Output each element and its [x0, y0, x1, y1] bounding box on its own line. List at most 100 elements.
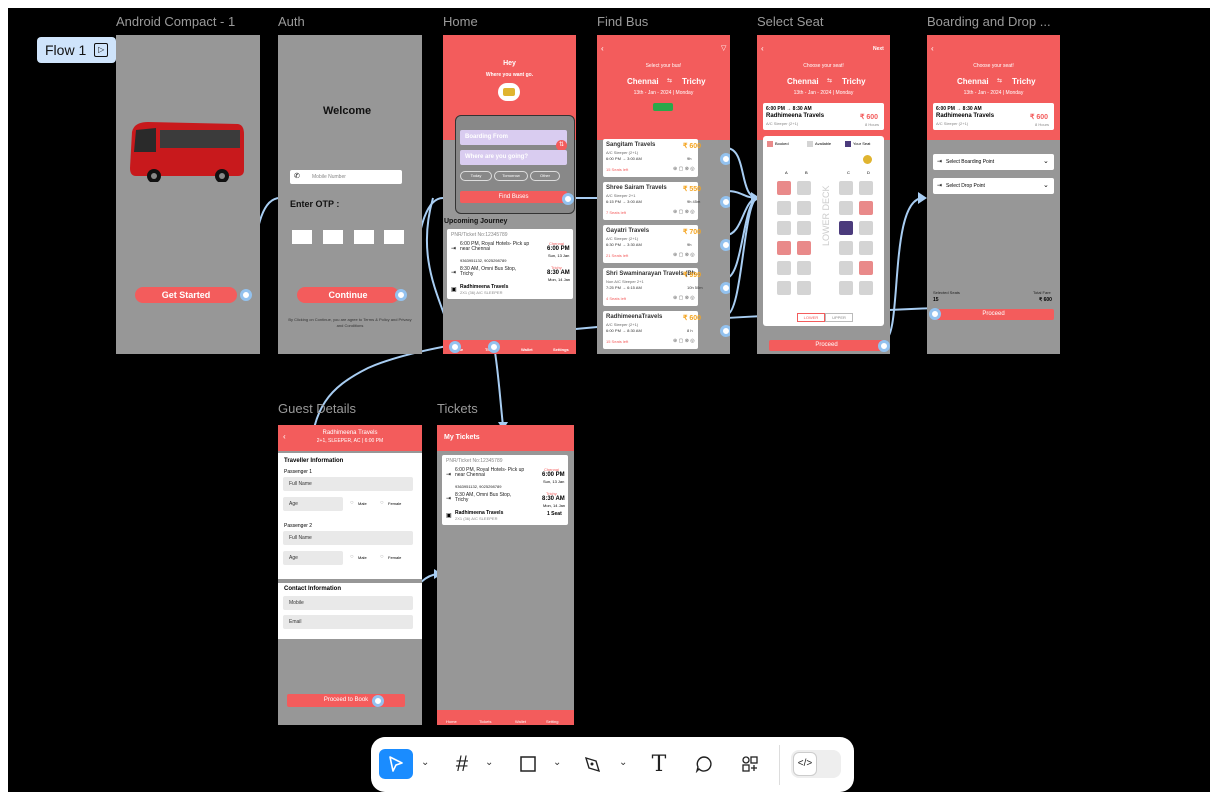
frame-title-findbus[interactable]: Find Bus	[597, 14, 648, 29]
seat-available[interactable]	[777, 221, 791, 235]
connector-handle[interactable]	[395, 289, 407, 301]
frame-title-home[interactable]: Home	[443, 14, 478, 29]
radio-icon[interactable]: ○	[380, 500, 384, 506]
seat-available[interactable]	[859, 181, 873, 195]
bus-result-card[interactable]: Shree Sairam Travels A/C Sleeper 2+1 6:15 …	[603, 182, 701, 220]
seat-available[interactable]	[859, 281, 873, 295]
male-option[interactable]: Male	[358, 555, 367, 560]
upcoming-ticket-card[interactable]: PNR/Ticket No:12345789 ⇥ 6:00 PM, Royal …	[447, 229, 573, 299]
design-canvas[interactable]: Flow 1 ▷ Android Compact - 1 Get Started…	[8, 8, 1210, 792]
tab-lower[interactable]: LOWER	[797, 313, 825, 322]
bus-result-card[interactable]: Shri Swaminarayan Travels (Bh... Non A/C …	[603, 268, 703, 306]
seat-available[interactable]	[797, 221, 811, 235]
p1-age-input[interactable]: Age	[283, 497, 343, 511]
seat-available[interactable]	[839, 201, 853, 215]
frame-title-android[interactable]: Android Compact - 1	[116, 14, 235, 29]
pen-icon[interactable]	[579, 749, 605, 779]
drop-point-select[interactable]: ⇥ Select Drop Point ⌄	[933, 178, 1054, 194]
otp-box[interactable]	[323, 230, 343, 244]
p2-age-input[interactable]: Age	[283, 551, 343, 565]
destination-input[interactable]: Where are you going?	[460, 150, 567, 165]
frame-home[interactable]: Hey Where you want go. Boarding From ⇅ W…	[443, 35, 576, 354]
seat-available[interactable]	[859, 221, 873, 235]
dev-mode-toggle[interactable]: </>	[791, 750, 841, 778]
frame-title-boarding[interactable]: Boarding and Drop ...	[927, 14, 1051, 29]
rectangle-icon[interactable]	[515, 749, 541, 779]
frame-tickets[interactable]: My Tickets PNR/Ticket No:12345789 ⇥ 6:00…	[437, 425, 574, 725]
seat-available[interactable]	[797, 181, 811, 195]
seat-available[interactable]	[839, 241, 853, 255]
connector-handle[interactable]	[929, 308, 941, 320]
seat-available[interactable]	[839, 181, 853, 195]
connector-handle[interactable]	[240, 289, 252, 301]
back-icon[interactable]: ‹	[601, 44, 604, 53]
nav-tickets[interactable]: Tickets	[479, 719, 492, 724]
back-icon[interactable]: ‹	[761, 44, 764, 53]
radio-icon[interactable]: ○	[380, 554, 384, 560]
tab-upper[interactable]: UPPER	[825, 313, 853, 322]
connector-handle[interactable]	[720, 282, 730, 294]
boarding-from-input[interactable]: Boarding From	[460, 130, 567, 145]
seat-booked[interactable]	[777, 181, 791, 195]
frame-guest-details[interactable]: ‹ Radhimeena Travels 2+1, SLEEPER, AC | …	[278, 425, 422, 725]
bus-result-card[interactable]: Gayatri Travels A/C Sleeper (2+1) 6:30 PM …	[603, 225, 701, 263]
frame-find-bus[interactable]: ‹ ▽ Select your bus! Chennai ⇆ Trichy 13…	[597, 35, 730, 354]
seat-available[interactable]	[839, 261, 853, 275]
p1-full-name-input[interactable]: Full Name	[283, 477, 413, 491]
frame-title-seat[interactable]: Select Seat	[757, 14, 824, 29]
nav-wallet[interactable]: Wallet	[515, 719, 526, 724]
connector-handle[interactable]	[488, 341, 500, 353]
seat-booked[interactable]	[859, 201, 873, 215]
frame-title-auth[interactable]: Auth	[278, 14, 305, 29]
frame-auth[interactable]: Welcome ✆ Mobile Number Enter OTP : Cont…	[278, 35, 422, 354]
nav-settings[interactable]: Settings	[553, 347, 569, 352]
connector-handle[interactable]	[720, 196, 730, 208]
frame-icon[interactable]: #	[449, 749, 475, 779]
connector-handle[interactable]	[449, 341, 461, 353]
radio-icon[interactable]: ○	[350, 500, 354, 506]
seat-available[interactable]	[797, 281, 811, 295]
next-button[interactable]: Next	[873, 46, 884, 52]
text-icon[interactable]: T	[646, 749, 672, 779]
nav-setting[interactable]: Setting	[546, 719, 558, 724]
otp-box[interactable]	[354, 230, 374, 244]
radio-icon[interactable]: ○	[350, 554, 354, 560]
connector-handle[interactable]	[878, 340, 890, 352]
bus-result-card[interactable]: Sangitam Travels A/C Sleeper (2+1) 6:00 PM…	[603, 139, 701, 177]
mobile-number-input[interactable]: ✆ Mobile Number	[290, 170, 402, 184]
chevron-down-icon[interactable]: ⌄	[421, 757, 429, 768]
connector-handle[interactable]	[720, 325, 730, 337]
comment-icon[interactable]	[691, 749, 717, 779]
board-proceed-button[interactable]: Proceed	[933, 309, 1054, 320]
frame-android-compact[interactable]: Get Started	[116, 35, 260, 354]
chip-today[interactable]: Today	[460, 171, 492, 181]
seat-booked[interactable]	[859, 261, 873, 275]
continue-button[interactable]: Continue	[297, 287, 399, 303]
seat-selected[interactable]	[839, 221, 853, 235]
seat-available[interactable]	[777, 281, 791, 295]
connector-handle[interactable]	[720, 153, 730, 165]
nav-home[interactable]: Home	[446, 719, 457, 724]
code-icon[interactable]: </>	[793, 752, 817, 776]
p2-full-name-input[interactable]: Full Name	[283, 531, 413, 545]
seat-available[interactable]	[797, 261, 811, 275]
seat-available[interactable]	[777, 261, 791, 275]
frame-title-guest[interactable]: Guest Details	[278, 401, 356, 416]
female-option[interactable]: Female	[388, 501, 401, 506]
chevron-down-icon[interactable]: ⌄	[619, 757, 627, 768]
mobile-input[interactable]: Mobile	[283, 596, 413, 610]
shapes-icon[interactable]	[737, 749, 763, 779]
bus-result-card[interactable]: RadhimeenaTravels A/C Sleeper (2+1) 6:00 P…	[603, 311, 701, 349]
otp-box[interactable]	[292, 230, 312, 244]
connector-handle[interactable]	[562, 193, 574, 205]
filter-icon[interactable]: ▽	[721, 44, 726, 52]
frame-boarding-drop[interactable]: ‹ Choose your seat! Chennai ⇆ Trichy 13t…	[927, 35, 1060, 354]
flow-badge[interactable]: Flow 1 ▷	[37, 37, 116, 63]
ticket-card[interactable]: PNR/Ticket No:12345789 ⇥ 6:00 PM, Royal …	[442, 455, 568, 525]
boarding-point-select[interactable]: ⇥ Select Boarding Point ⌄	[933, 154, 1054, 170]
connector-handle[interactable]	[720, 239, 730, 251]
otp-box[interactable]	[384, 230, 404, 244]
email-input[interactable]: Email	[283, 615, 413, 629]
male-option[interactable]: Male	[358, 501, 367, 506]
chevron-down-icon[interactable]: ⌄	[553, 757, 561, 768]
